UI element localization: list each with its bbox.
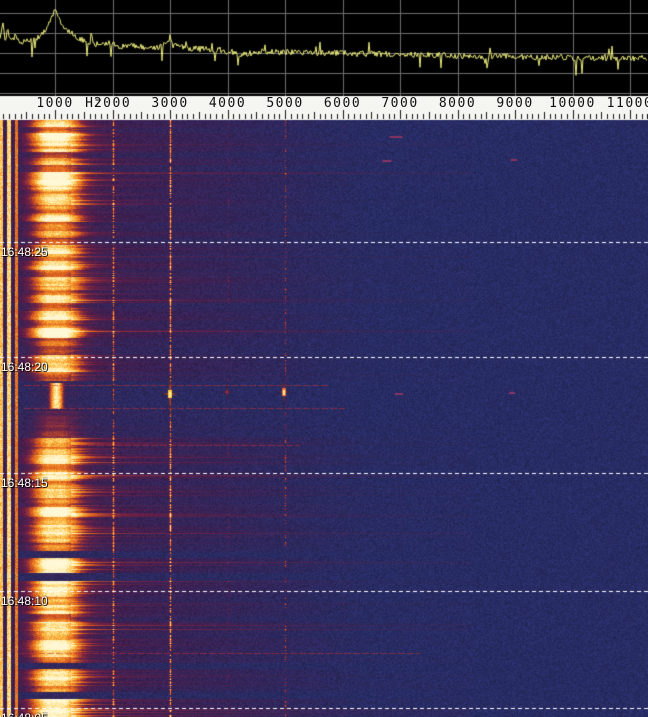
time-label: 16:48:20: [1, 360, 48, 374]
time-label: 16:48:10: [1, 594, 48, 608]
freq-axis-unit: Hz: [85, 96, 103, 111]
time-label: 16:48:15: [1, 476, 48, 490]
freq-axis-label: 7000: [381, 96, 418, 111]
spectrum-analyzer-window: 1000200030004000500060007000800090001000…: [0, 0, 648, 717]
freq-axis-label: 8000: [439, 96, 476, 111]
time-label: 16:48:05: [1, 711, 48, 717]
freq-axis-label: 1000: [36, 96, 73, 111]
time-label: 16:48:25: [1, 245, 48, 259]
freq-axis-label: 10000: [549, 96, 596, 111]
freq-axis-label: 9000: [496, 96, 533, 111]
freq-axis-label: 5000: [266, 96, 303, 111]
freq-axis-label: 3000: [151, 96, 188, 111]
freq-axis-label: 4000: [209, 96, 246, 111]
freq-axis-label: 11000: [607, 96, 648, 111]
freq-axis-label: 6000: [324, 96, 361, 111]
